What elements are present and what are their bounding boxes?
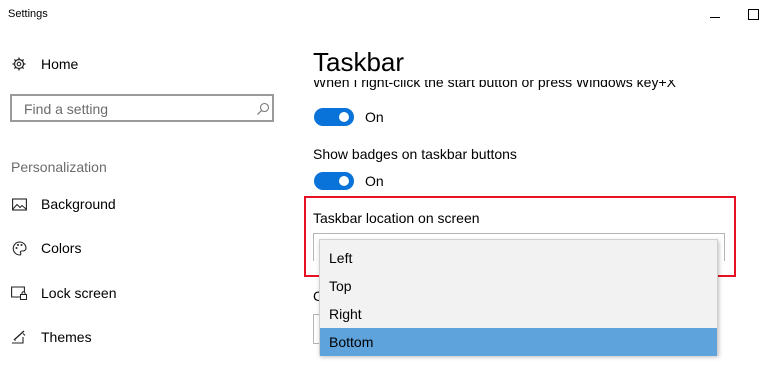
sidebar-item-home[interactable]: Home <box>11 56 78 72</box>
sidebar-item-colors[interactable]: Colors <box>11 240 81 256</box>
sidebar-item-label: Lock screen <box>41 285 117 301</box>
toggle-state-label: On <box>365 173 384 189</box>
sidebar-item-home-label: Home <box>41 56 79 72</box>
page-title: Taskbar <box>313 47 405 77</box>
show-badges-label: Show badges on taskbar buttons <box>313 146 517 162</box>
minimize-icon <box>710 16 720 18</box>
picture-icon <box>11 196 27 212</box>
taskbar-location-dropdown: Left Top Right Bottom <box>319 239 718 356</box>
search-placeholder: Find a setting <box>24 101 109 117</box>
sidebar-section-label: Personalization <box>11 159 107 175</box>
dropdown-option-bottom[interactable]: Bottom <box>320 328 717 356</box>
toggle-knob <box>339 112 349 122</box>
show-badges-toggle[interactable] <box>314 172 354 190</box>
dropdown-option-right[interactable]: Right <box>320 300 717 328</box>
minimize-button[interactable] <box>700 0 730 28</box>
right-click-powershell-toggle[interactable] <box>314 108 354 126</box>
toggle-knob <box>339 176 349 186</box>
taskbar-location-label: Taskbar location on screen <box>313 210 480 226</box>
toggle-state-label: On <box>365 109 384 125</box>
sidebar-item-themes[interactable]: Themes <box>11 329 92 345</box>
dropdown-option-left[interactable]: Left <box>320 244 717 272</box>
search-input[interactable]: Find a setting <box>10 94 274 122</box>
brush-icon <box>11 329 27 345</box>
palette-icon <box>11 240 27 256</box>
sidebar-item-label: Background <box>41 196 116 212</box>
partial-setting-text: When I right-click the start button or p… <box>313 80 676 90</box>
search-icon[interactable] <box>256 102 270 116</box>
maximize-button[interactable] <box>738 0 768 28</box>
sidebar-item-background[interactable]: Background <box>11 196 116 212</box>
lock-screen-icon <box>11 285 27 301</box>
sidebar-item-label: Themes <box>41 329 92 345</box>
sidebar-item-label: Colors <box>41 240 82 256</box>
gear-icon <box>11 56 27 72</box>
maximize-icon <box>747 8 759 20</box>
window-title: Settings <box>8 8 48 20</box>
sidebar-item-lock-screen[interactable]: Lock screen <box>11 285 116 301</box>
dropdown-option-top[interactable]: Top <box>320 272 717 300</box>
partial-setting-label: When I right-click the start button or p… <box>313 80 676 90</box>
